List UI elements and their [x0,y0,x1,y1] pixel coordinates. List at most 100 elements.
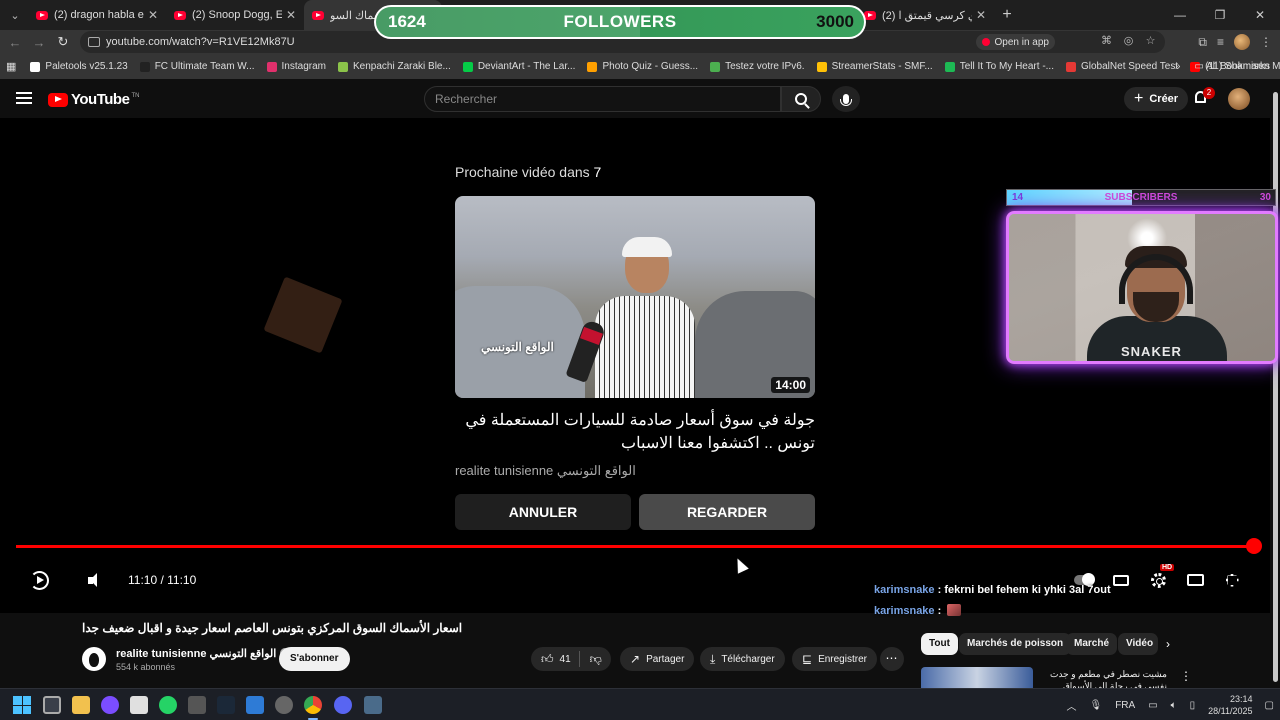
file-explorer-icon[interactable] [72,696,90,714]
discord-icon[interactable] [334,696,352,714]
clock[interactable]: 23:14 28/11/2025 [1208,693,1252,717]
notifications-button[interactable]: 2 [1192,87,1215,107]
mute-button[interactable] [82,569,98,591]
subtitles-button[interactable] [1111,570,1131,590]
settings-button[interactable] [1148,570,1168,590]
extensions-icon[interactable]: ⧉ [1198,35,1207,50]
cancel-autoplay-button[interactable]: ANNULER [455,494,631,530]
bookmark-item[interactable]: Testez votre IPv6. [710,61,805,72]
bookmark-item[interactable]: Paletools v25.1.23 [30,61,128,72]
menu-icon[interactable] [16,92,32,104]
recommended-menu-icon[interactable]: ⋮ [1180,669,1192,683]
filter-chip[interactable]: Marchés de poisson [959,633,1072,655]
share-button[interactable]: ↗ Partager [620,647,695,671]
tab-search-button[interactable]: ⌄ [2,4,28,26]
profile-avatar[interactable] [1234,34,1250,50]
whatsapp-icon[interactable] [159,696,177,714]
notification-center-icon[interactable]: ▢ [1265,700,1274,711]
bookmark-label: FC Ultimate Team W... [154,61,255,72]
bookmark-item[interactable]: Tell It To My Heart -... [944,61,1054,72]
app-icon-blue[interactable] [246,696,264,714]
network-icon[interactable]: ▭ [1148,700,1157,711]
fullscreen-button[interactable] [1222,570,1242,590]
bookmark-item[interactable]: Instagram [266,61,326,72]
recommended-thumbnail[interactable] [921,667,1033,689]
app-icon-purple[interactable] [101,696,119,714]
channel-avatar[interactable] [82,647,106,671]
search-input[interactable]: Rechercher [424,86,781,112]
all-bookmarks-button[interactable]: ▭ All Bookmarks [1194,61,1270,72]
forward-button[interactable]: → [27,35,51,50]
steam-icon[interactable] [217,696,235,714]
up-next-thumbnail[interactable]: الواقع التونسي 14:00 [455,196,815,398]
filter-chip[interactable]: Marché [1066,633,1118,655]
progress-bar[interactable] [16,538,1262,554]
translate-icon[interactable]: ⌘ [1100,34,1113,48]
show-hidden-icons[interactable]: ︿ [1066,698,1076,713]
filter-chip[interactable]: Vidéo [1118,633,1158,655]
search-button[interactable] [781,86,821,112]
close-window-button[interactable]: ✕ [1240,0,1280,30]
theater-mode-button[interactable] [1185,570,1205,590]
obs-icon[interactable] [275,696,293,714]
channel-name[interactable]: realite tunisienne الواقع التونسي [116,647,291,660]
microphone-tray-icon[interactable]: 🎙︎ [1089,700,1102,711]
close-tab-icon[interactable]: ✕ [148,8,158,22]
more-actions-button[interactable]: ⋯ [880,647,904,671]
app-icon-gray[interactable] [188,696,206,714]
speaker-icon[interactable]: 🔈︎ [1171,700,1177,711]
apps-grid-icon[interactable]: ▦ [6,60,16,73]
reload-button[interactable]: ↻ [51,34,75,50]
bookmark-item[interactable]: FC Ultimate Team W... [139,61,255,72]
bookmark-item[interactable]: StreamerStats - SMF... [816,61,933,72]
subscribe-button[interactable]: S'abonner [279,647,350,671]
back-button[interactable]: ← [3,35,27,50]
scrubber-handle[interactable] [1246,538,1262,554]
open-in-app-button[interactable]: Open in app [975,34,1055,50]
start-button[interactable] [13,696,31,714]
youtube-logo[interactable]: YouTube TN [48,91,139,108]
followers-label: FOLLOWERS [563,12,677,31]
chrome-icon[interactable] [304,696,322,720]
browser-menu-icon[interactable]: ⋮ [1260,35,1272,49]
url-text: youtube.com/watch?v=R1VE12Mk87U [106,36,295,48]
replay-button[interactable] [28,569,50,591]
chevron-right-icon[interactable]: » [1175,61,1181,72]
minimize-button[interactable]: — [1160,0,1200,30]
restore-button[interactable]: ❐ [1200,0,1240,30]
up-next-title[interactable]: جولة في سوق أسعار صادمة للسيارات المستعم… [455,409,815,455]
reading-list-icon[interactable]: ≡ [1217,35,1224,49]
page-scrollbar[interactable] [1271,80,1280,688]
eye-slash-icon[interactable]: ◎ [1122,34,1135,48]
browser-tab[interactable]: (2) dragon habla episode ✕ [28,0,166,30]
browser-tab[interactable]: (2) لا تشتري كرسي قيمتق ا ✕ [856,0,994,30]
like-button[interactable]: 👍︎ 41 [531,647,579,671]
watch-now-button[interactable]: REGARDER [639,494,815,530]
snipping-tool-icon[interactable] [130,696,148,714]
bookmark-favicon-icon [30,61,41,72]
input-language[interactable]: FRA [1115,700,1135,711]
download-button[interactable]: ⤓ Télécharger [700,647,785,671]
filter-chip[interactable]: Tout [921,633,958,655]
bookmark-item[interactable]: GlobalNet Speed Test [1066,61,1178,72]
browser-tab[interactable]: (2) Snoop Dogg, Eminem ✕ [166,0,304,30]
bookmark-item[interactable]: Kenpachi Zaraki Ble... [338,61,451,72]
chevron-right-icon[interactable]: › [1166,637,1170,651]
bookmark-item[interactable]: DeviantArt - The Lar... [462,61,575,72]
close-tab-icon[interactable]: ✕ [286,8,296,22]
task-view-icon[interactable] [43,696,61,714]
bookmark-item[interactable]: Photo Quiz - Guess... [587,61,698,72]
create-button[interactable]: + Créer [1124,87,1189,111]
battery-icon[interactable]: ▯ [1190,700,1196,711]
scrollbar-thumb[interactable] [1273,92,1278,682]
close-tab-icon[interactable]: ✕ [976,8,986,22]
new-tab-button[interactable]: + [994,6,1020,24]
dislike-button[interactable]: 👎︎ [580,647,610,671]
voice-search-button[interactable] [832,86,860,112]
site-info-icon[interactable] [88,37,100,47]
bookmark-star-icon[interactable]: ☆ [1144,34,1157,48]
account-avatar[interactable] [1228,88,1250,110]
recommended-title[interactable]: مشيت نصطر في مطعم و جدت نفسي في رحلة إلى… [1037,668,1167,688]
save-button[interactable]: ⊑ Enregistrer [792,647,877,671]
app-icon-slate[interactable] [364,696,382,714]
